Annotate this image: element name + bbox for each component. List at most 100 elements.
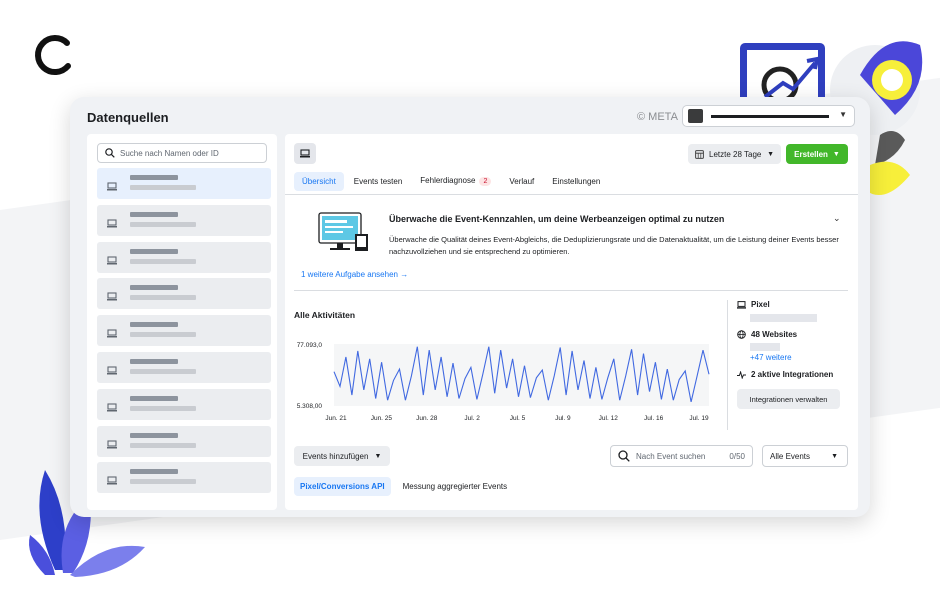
promo-description: Überwache die Qualität deines Event-Abgl… bbox=[389, 235, 839, 256]
tab-label: Einstellungen bbox=[552, 176, 601, 186]
window-title: Datenquellen bbox=[87, 110, 169, 125]
source-name-redacted bbox=[130, 248, 178, 254]
x-tick-label: Jul. 9 bbox=[555, 415, 571, 422]
monitor-icon bbox=[107, 366, 117, 375]
monitor-icon bbox=[107, 476, 117, 485]
source-search-placeholder: Suche nach Namen oder ID bbox=[120, 148, 219, 158]
calendar-icon bbox=[695, 149, 704, 159]
pixel-type-button[interactable] bbox=[294, 143, 316, 164]
account-selector[interactable]: ▼ bbox=[682, 105, 855, 127]
source-icon-wrap bbox=[107, 436, 117, 454]
source-id-redacted bbox=[130, 479, 196, 485]
x-tick-label: Jun. 28 bbox=[416, 415, 438, 422]
stats-divider bbox=[727, 300, 728, 430]
source-name-redacted bbox=[130, 322, 178, 328]
source-name-redacted bbox=[130, 359, 178, 364]
globe-icon bbox=[737, 330, 746, 339]
activity-line-chart: 77.093,0 5.308,00Jun. 21 Jun. 25 Jun. 28 Jul… bbox=[297, 342, 710, 422]
meta-copyright-label: © META bbox=[637, 111, 678, 123]
sidebar-source-item[interactable] bbox=[97, 241, 271, 273]
manage-integrations-button[interactable]: Integrationen verwalten bbox=[737, 389, 840, 409]
source-icon-wrap bbox=[107, 362, 117, 380]
more-websites-link[interactable]: +47 weitere bbox=[750, 353, 792, 362]
event-search-count: 0/50 bbox=[729, 451, 745, 461]
event-search-input[interactable]: Nach Event suchen 0/50 bbox=[610, 445, 753, 467]
monitor-icon bbox=[107, 403, 117, 412]
tab-bar: Übersicht Events testen Fehlerdiagnose 2 Ver… bbox=[294, 170, 610, 192]
event-filter-dropdown[interactable]: Alle Events ▼ bbox=[762, 445, 848, 467]
tab-label: Events testen bbox=[353, 176, 403, 186]
source-id-redacted bbox=[130, 442, 196, 448]
source-detail-panel: Letzte 28 Tage ▼ Erstellen ▼ Übersicht Ev… bbox=[285, 134, 858, 510]
event-subtab-0[interactable]: Pixel/Conversions API bbox=[294, 477, 391, 496]
integrations-label: 2 aktive Integrationen bbox=[751, 370, 834, 379]
tab-1[interactable]: Events testen bbox=[346, 172, 410, 191]
sidebar-source-item[interactable] bbox=[97, 315, 271, 347]
monitor-dashboard-illustration-icon bbox=[318, 212, 368, 251]
source-id-redacted bbox=[130, 369, 196, 374]
sidebar-source-item[interactable] bbox=[97, 204, 271, 236]
monitor-icon bbox=[107, 219, 117, 228]
monitor-icon bbox=[107, 256, 117, 265]
source-name-redacted bbox=[130, 285, 178, 291]
monitor-icon bbox=[737, 300, 746, 309]
account-avatar bbox=[688, 109, 703, 123]
sidebar-source-item[interactable] bbox=[97, 462, 271, 494]
source-search-input[interactable]: Suche nach Namen oder ID bbox=[97, 143, 267, 163]
pixel-name-redacted bbox=[750, 314, 817, 322]
tab-3[interactable]: Verlauf bbox=[501, 172, 542, 191]
source-id-redacted bbox=[130, 258, 196, 264]
error-count-badge: 2 bbox=[479, 177, 492, 186]
caret-down-icon: ▼ bbox=[832, 150, 840, 158]
caret-down-icon: ▼ bbox=[831, 452, 838, 460]
more-tasks-link[interactable]: 1 weitere Aufgabe ansehen → bbox=[301, 270, 408, 279]
tab-0[interactable]: Übersicht bbox=[294, 171, 344, 191]
sidebar-source-item[interactable] bbox=[97, 278, 271, 310]
source-icon-wrap bbox=[107, 472, 117, 490]
monitor-icon bbox=[107, 182, 117, 191]
tab-label: Übersicht bbox=[302, 176, 336, 186]
source-id-redacted bbox=[130, 221, 196, 227]
source-name-redacted bbox=[130, 469, 178, 475]
source-icon-wrap bbox=[107, 215, 117, 233]
x-tick-label: Jul. 12 bbox=[599, 415, 619, 422]
pixel-label: Pixel bbox=[751, 300, 770, 309]
monitor-icon bbox=[107, 292, 117, 301]
sidebar-source-item[interactable] bbox=[97, 168, 271, 199]
chevron-down-icon[interactable]: ⌄ bbox=[833, 213, 841, 224]
sidebar-source-item[interactable] bbox=[97, 352, 271, 383]
date-range-label: Letzte 28 Tage bbox=[709, 149, 762, 159]
source-name-redacted bbox=[130, 395, 178, 401]
monitor-icon bbox=[107, 329, 117, 338]
date-range-dropdown[interactable]: Letzte 28 Tage ▼ bbox=[688, 144, 781, 164]
app-window: Datenquellen © META ▼ Suche nach Namen o… bbox=[70, 97, 870, 517]
x-tick-label: Jul. 5 bbox=[510, 415, 526, 422]
event-subtab-bar: Pixel/Conversions API Messung aggregierte… bbox=[294, 477, 519, 496]
sidebar-source-item[interactable] bbox=[97, 425, 271, 457]
websites-label: 48 Websites bbox=[751, 330, 798, 339]
create-button[interactable]: Erstellen ▼ bbox=[786, 144, 848, 164]
search-icon bbox=[618, 450, 630, 462]
source-id-redacted bbox=[130, 295, 196, 301]
tab-4[interactable]: Einstellungen bbox=[544, 172, 608, 191]
tab-label: Fehlerdiagnose bbox=[420, 176, 476, 185]
x-tick-label: Jun. 25 bbox=[371, 415, 393, 422]
sidebar-source-item[interactable] bbox=[97, 388, 271, 420]
y-axis-min-label: 5.308,00 bbox=[297, 403, 323, 410]
activity-pulse-icon bbox=[737, 370, 746, 379]
x-tick-label: Jul. 2 bbox=[464, 415, 480, 422]
brand-logo-icon bbox=[35, 35, 71, 75]
source-icon-wrap bbox=[107, 399, 117, 417]
event-subtab-1[interactable]: Messung aggregierter Events bbox=[397, 477, 514, 496]
source-icon-wrap bbox=[107, 178, 117, 196]
tab-bar-divider bbox=[285, 194, 858, 195]
event-search-placeholder: Nach Event suchen bbox=[636, 451, 706, 461]
source-id-redacted bbox=[130, 185, 196, 190]
tab-2[interactable]: Fehlerdiagnose 2 bbox=[412, 171, 499, 191]
monitor-icon bbox=[107, 440, 117, 449]
source-name-redacted bbox=[130, 211, 178, 217]
add-events-button[interactable]: Events hinzufügen ▼ bbox=[294, 446, 390, 466]
source-icon-wrap bbox=[107, 288, 117, 306]
source-name-redacted bbox=[130, 175, 178, 180]
source-icon-wrap bbox=[107, 252, 117, 270]
